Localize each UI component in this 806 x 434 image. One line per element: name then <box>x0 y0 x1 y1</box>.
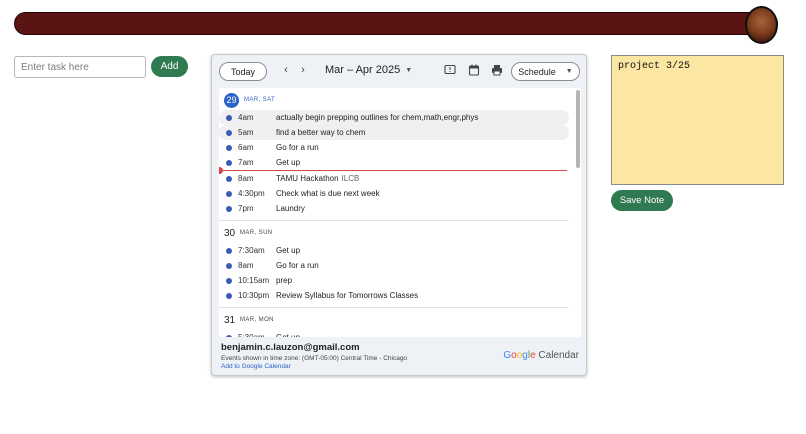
day-header[interactable]: 31 MAR, MON <box>219 312 569 328</box>
event-dot-icon <box>226 114 232 121</box>
event-row[interactable]: 7pm Laundry <box>219 201 569 216</box>
save-note-button[interactable]: Save Note <box>611 190 673 211</box>
event-dot-icon <box>226 205 232 212</box>
event-title: prep <box>276 276 293 285</box>
schedule-list[interactable]: 29 MAR, SAT 4am actually begin prepping out… <box>219 88 581 337</box>
event-title: Check what is due next week <box>276 189 380 198</box>
chevron-down-icon: ▼ <box>405 66 413 74</box>
day-group: 29 MAR, SAT 4am actually begin prepping out… <box>219 88 569 221</box>
event-dot-icon <box>226 129 232 136</box>
event-row[interactable]: 8am Go for a run <box>219 258 569 273</box>
event-dot-icon <box>226 190 232 197</box>
event-row[interactable]: 10:15am prep <box>219 273 569 288</box>
task-input[interactable] <box>14 56 146 78</box>
day-header[interactable]: 29 MAR, SAT <box>219 92 569 108</box>
event-location: ILCB <box>341 174 360 183</box>
event-time: 5:30am <box>238 333 276 337</box>
avatar[interactable] <box>745 6 778 44</box>
event-title: TAMU Hackathon <box>276 174 339 183</box>
day-number: 29 <box>224 92 239 108</box>
event-title: actually begin prepping outlines for che… <box>276 113 479 122</box>
event-row[interactable]: 6am Go for a run <box>219 140 569 155</box>
event-dot-icon <box>226 159 232 166</box>
event-title: Go for a run <box>276 143 319 152</box>
date-range-label: Mar – Apr 2025 <box>325 64 401 76</box>
event-time: 7am <box>238 158 254 167</box>
event-dot-icon <box>226 144 232 151</box>
calendar-toolbar: Today ‹ › Mar – Apr 2025 ▼ Schedule ▼ <box>212 55 586 87</box>
google-logo-text: Google <box>503 350 536 361</box>
note-textarea[interactable] <box>611 55 784 185</box>
google-calendar-logo[interactable]: Google Calendar <box>503 350 579 361</box>
calendar-logo-text: Calendar <box>538 350 579 361</box>
event-row[interactable]: 7:30am Get up <box>219 243 569 258</box>
event-dot-icon <box>226 334 232 337</box>
google-calendar-widget: Today ‹ › Mar – Apr 2025 ▼ Schedule ▼ 29… <box>211 54 587 376</box>
event-row[interactable]: 8am TAMU Hackathon ILCB <box>219 171 569 186</box>
calendar-footer: benjamin.c.lauzon@gmail.com Events shown… <box>221 342 581 374</box>
event-time: 8am <box>238 261 254 270</box>
event-title: Get up <box>276 158 301 167</box>
day-label: MAR, MON <box>240 317 274 323</box>
day-label: MAR, SAT <box>244 97 276 103</box>
event-title: Get up <box>276 333 300 337</box>
calendar-icon[interactable] <box>468 64 480 76</box>
top-banner <box>14 12 778 35</box>
event-title: Laundry <box>276 204 305 213</box>
today-button[interactable]: Today <box>219 62 267 81</box>
event-row[interactable]: 5:30amGet up <box>219 330 569 337</box>
day-label: MAR, SUN <box>240 230 273 236</box>
event-dot-icon <box>226 247 232 254</box>
event-dot-icon <box>226 277 232 284</box>
next-arrow-icon[interactable]: › <box>297 64 309 76</box>
event-time: 7:30am <box>238 246 265 255</box>
chevron-down-icon: ▼ <box>565 68 573 75</box>
day-group: 30 MAR, SUN 7:30am Get up 8am Go for a run 10:… <box>219 221 569 308</box>
print-icon[interactable] <box>491 64 503 76</box>
event-dot-icon <box>226 292 232 299</box>
event-time: 10:15am <box>238 276 270 285</box>
event-title: Go for a run <box>276 261 319 270</box>
view-selector-label: Schedule <box>518 66 556 77</box>
day-header[interactable]: 30 MAR, SUN <box>219 225 569 241</box>
event-row[interactable]: 7am Get up <box>219 155 569 170</box>
event-time: 7pm <box>238 204 254 213</box>
event-time: 4am <box>238 113 254 122</box>
add-task-button[interactable]: Add <box>151 56 188 77</box>
event-dot-icon <box>226 262 232 269</box>
add-to-google-calendar-link[interactable]: Add to Google Calendar <box>221 363 581 370</box>
day-group: 31 MAR, MON 5:30amGet up <box>219 308 569 337</box>
day-number: 31 <box>224 314 236 326</box>
event-row[interactable]: 5am find a better way to chem <box>219 125 569 140</box>
prev-arrow-icon[interactable]: ‹ <box>280 64 292 76</box>
event-title: Get up <box>276 246 301 255</box>
event-time: 6am <box>238 143 254 152</box>
event-title: find a better way to chem <box>276 128 366 137</box>
event-row[interactable]: 4am actually begin prepping outlines for … <box>219 110 569 125</box>
event-title: Review Syllabus for Tomorrows Classes <box>276 291 419 300</box>
scrollbar[interactable] <box>576 90 580 168</box>
feedback-icon[interactable] <box>444 64 456 76</box>
date-range-dropdown[interactable]: Mar – Apr 2025 ▼ <box>325 64 412 76</box>
event-time: 8am <box>238 174 254 183</box>
event-row[interactable]: 10:30pm Review Syllabus for Tomorrows Cla… <box>219 288 569 303</box>
event-row[interactable]: 4:30pm Check what is due next week <box>219 186 569 201</box>
event-time: 5am <box>238 128 254 137</box>
day-number: 30 <box>224 227 236 239</box>
event-time: 4:30pm <box>238 189 265 198</box>
event-dot-icon <box>226 175 232 182</box>
view-selector-dropdown[interactable]: Schedule ▼ <box>511 62 580 81</box>
event-time: 10:30pm <box>238 291 270 300</box>
